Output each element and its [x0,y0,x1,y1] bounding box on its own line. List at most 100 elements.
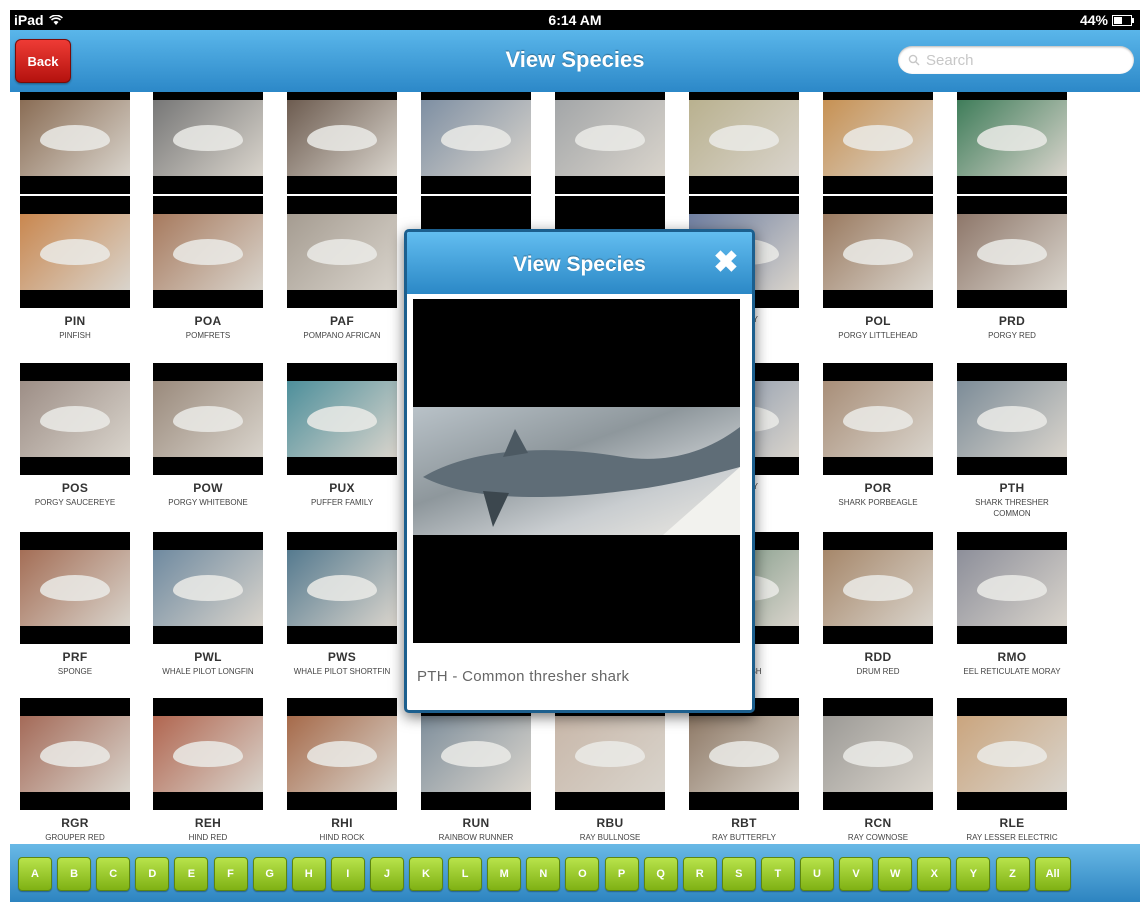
letter-button-p[interactable]: P [604,857,639,891]
species-tile[interactable]: PUX PUFFER FAMILY [287,363,397,508]
species-thumbnail[interactable] [957,532,1067,644]
species-name: RAINBOW RUNNER [438,833,514,842]
species-code: PAF [329,314,354,328]
species-thumbnail[interactable] [421,698,531,810]
species-tile[interactable]: POL PORGY LITTLEHEAD [823,196,933,341]
letter-button-d[interactable]: D [135,857,170,891]
status-bar: iPad 6:14 AM 44% [10,10,1140,30]
letter-button-r[interactable]: R [682,857,717,891]
species-code: RDD [864,650,892,664]
fish-shape [173,741,243,767]
species-thumbnail[interactable] [823,698,933,810]
species-code: PUX [329,481,355,495]
letter-button-h[interactable]: H [291,857,326,891]
species-tile[interactable]: PWL WHALE PILOT LONGFIN [153,532,263,677]
species-photo [689,716,799,792]
letter-button-x[interactable]: X [917,857,952,891]
letter-button-v[interactable]: V [839,857,874,891]
letter-button-z[interactable]: Z [995,857,1030,891]
species-thumbnail[interactable] [20,532,130,644]
species-tile[interactable]: PTH SHARK THRESHER COMMON [957,363,1067,519]
letter-button-f[interactable]: F [213,857,248,891]
letter-button-b[interactable]: B [57,857,92,891]
letter-button-y[interactable]: Y [956,857,991,891]
fish-shape [843,125,913,151]
fish-shape [307,406,377,432]
species-thumbnail[interactable] [20,92,130,194]
species-tile[interactable]: RUN RAINBOW RUNNER [421,698,531,843]
fish-shape [977,125,1047,151]
species-tile[interactable]: RGR GROUPER RED [20,698,130,843]
letter-button-e[interactable]: E [174,857,209,891]
close-icon[interactable]: ✖ [712,248,740,278]
letter-button-q[interactable]: Q [643,857,678,891]
species-thumbnail[interactable] [689,92,799,194]
letter-button-w[interactable]: W [878,857,913,891]
letter-button-s[interactable]: S [721,857,756,891]
species-name: RAY BUTTERFLY [711,833,776,842]
species-thumbnail[interactable] [153,532,263,644]
species-thumbnail[interactable] [153,363,263,475]
letter-button-k[interactable]: K [409,857,443,891]
species-thumbnail[interactable] [823,92,933,194]
letter-button-l[interactable]: L [448,857,483,891]
search-field[interactable] [898,46,1134,74]
letter-button-c[interactable]: C [96,857,131,891]
species-thumbnail[interactable] [957,698,1067,810]
species-tile[interactable]: POW PORGY WHITEBONE [153,363,263,508]
species-thumbnail[interactable] [287,363,397,475]
species-tile[interactable]: REH HIND RED [153,698,263,843]
species-tile[interactable]: RBU RAY BULLNOSE [555,698,665,843]
letter-button-a[interactable]: A [18,857,52,891]
species-thumbnail[interactable] [20,196,130,308]
species-thumbnail[interactable] [287,532,397,644]
species-tile[interactable]: RDD DRUM RED [823,532,933,677]
species-thumbnail[interactable] [555,698,665,810]
letter-button-t[interactable]: T [760,857,795,891]
species-thumbnail[interactable] [287,698,397,810]
species-code: POA [194,314,222,328]
species-tile[interactable]: RMO EEL RETICULATE MORAY [957,532,1067,677]
species-thumbnail[interactable] [287,196,397,308]
species-thumbnail[interactable] [555,92,665,194]
letter-button-o[interactable]: O [565,857,600,891]
species-tile[interactable]: PAF POMPANO AFRICAN [287,196,397,341]
letter-button-i[interactable]: I [330,857,365,891]
letter-button-g[interactable]: G [252,857,287,891]
species-tile[interactable]: RBT RAY BUTTERFLY [689,698,799,843]
species-code: RMO [997,650,1027,664]
species-tile[interactable]: PRF SPONGE [20,532,130,677]
species-thumbnail[interactable] [421,92,531,194]
letter-button-m[interactable]: M [487,857,522,891]
species-tile[interactable]: POA POMFRETS [153,196,263,341]
species-thumbnail[interactable] [957,92,1067,194]
species-tile[interactable]: PWS WHALE PILOT SHORTFIN [287,532,397,677]
search-input[interactable] [924,50,1118,70]
species-thumbnail[interactable] [957,196,1067,308]
species-thumbnail[interactable] [823,196,933,308]
species-thumbnail[interactable] [957,363,1067,475]
letter-button-j[interactable]: J [369,857,404,891]
species-thumbnail[interactable] [20,698,130,810]
species-thumbnail[interactable] [153,698,263,810]
species-thumbnail[interactable] [20,363,130,475]
species-thumbnail[interactable] [689,698,799,810]
species-tile[interactable]: RLE RAY LESSER ELECTRIC [957,698,1067,843]
species-thumbnail[interactable] [287,92,397,194]
letter-button-u[interactable]: U [800,857,834,891]
species-tile[interactable]: RCN RAY COWNOSE [823,698,933,843]
species-photo [287,716,397,792]
species-thumbnail[interactable] [153,92,263,194]
species-thumbnail[interactable] [823,363,933,475]
species-tile[interactable]: POS PORGY SAUCEREYE [20,363,130,508]
letter-button-all[interactable]: All [1034,857,1071,891]
species-tile[interactable]: RHI HIND ROCK [287,698,397,843]
species-tile[interactable]: PRD PORGY RED [957,196,1067,341]
species-thumbnail[interactable] [153,196,263,308]
species-tile[interactable]: PIN PINFISH [20,196,130,341]
species-thumbnail[interactable] [823,532,933,644]
species-tile[interactable]: POR SHARK PORBEAGLE [823,363,933,508]
letter-button-n[interactable]: N [526,857,561,891]
species-name: RAY COWNOSE [847,833,909,842]
species-code: RBT [731,816,757,830]
